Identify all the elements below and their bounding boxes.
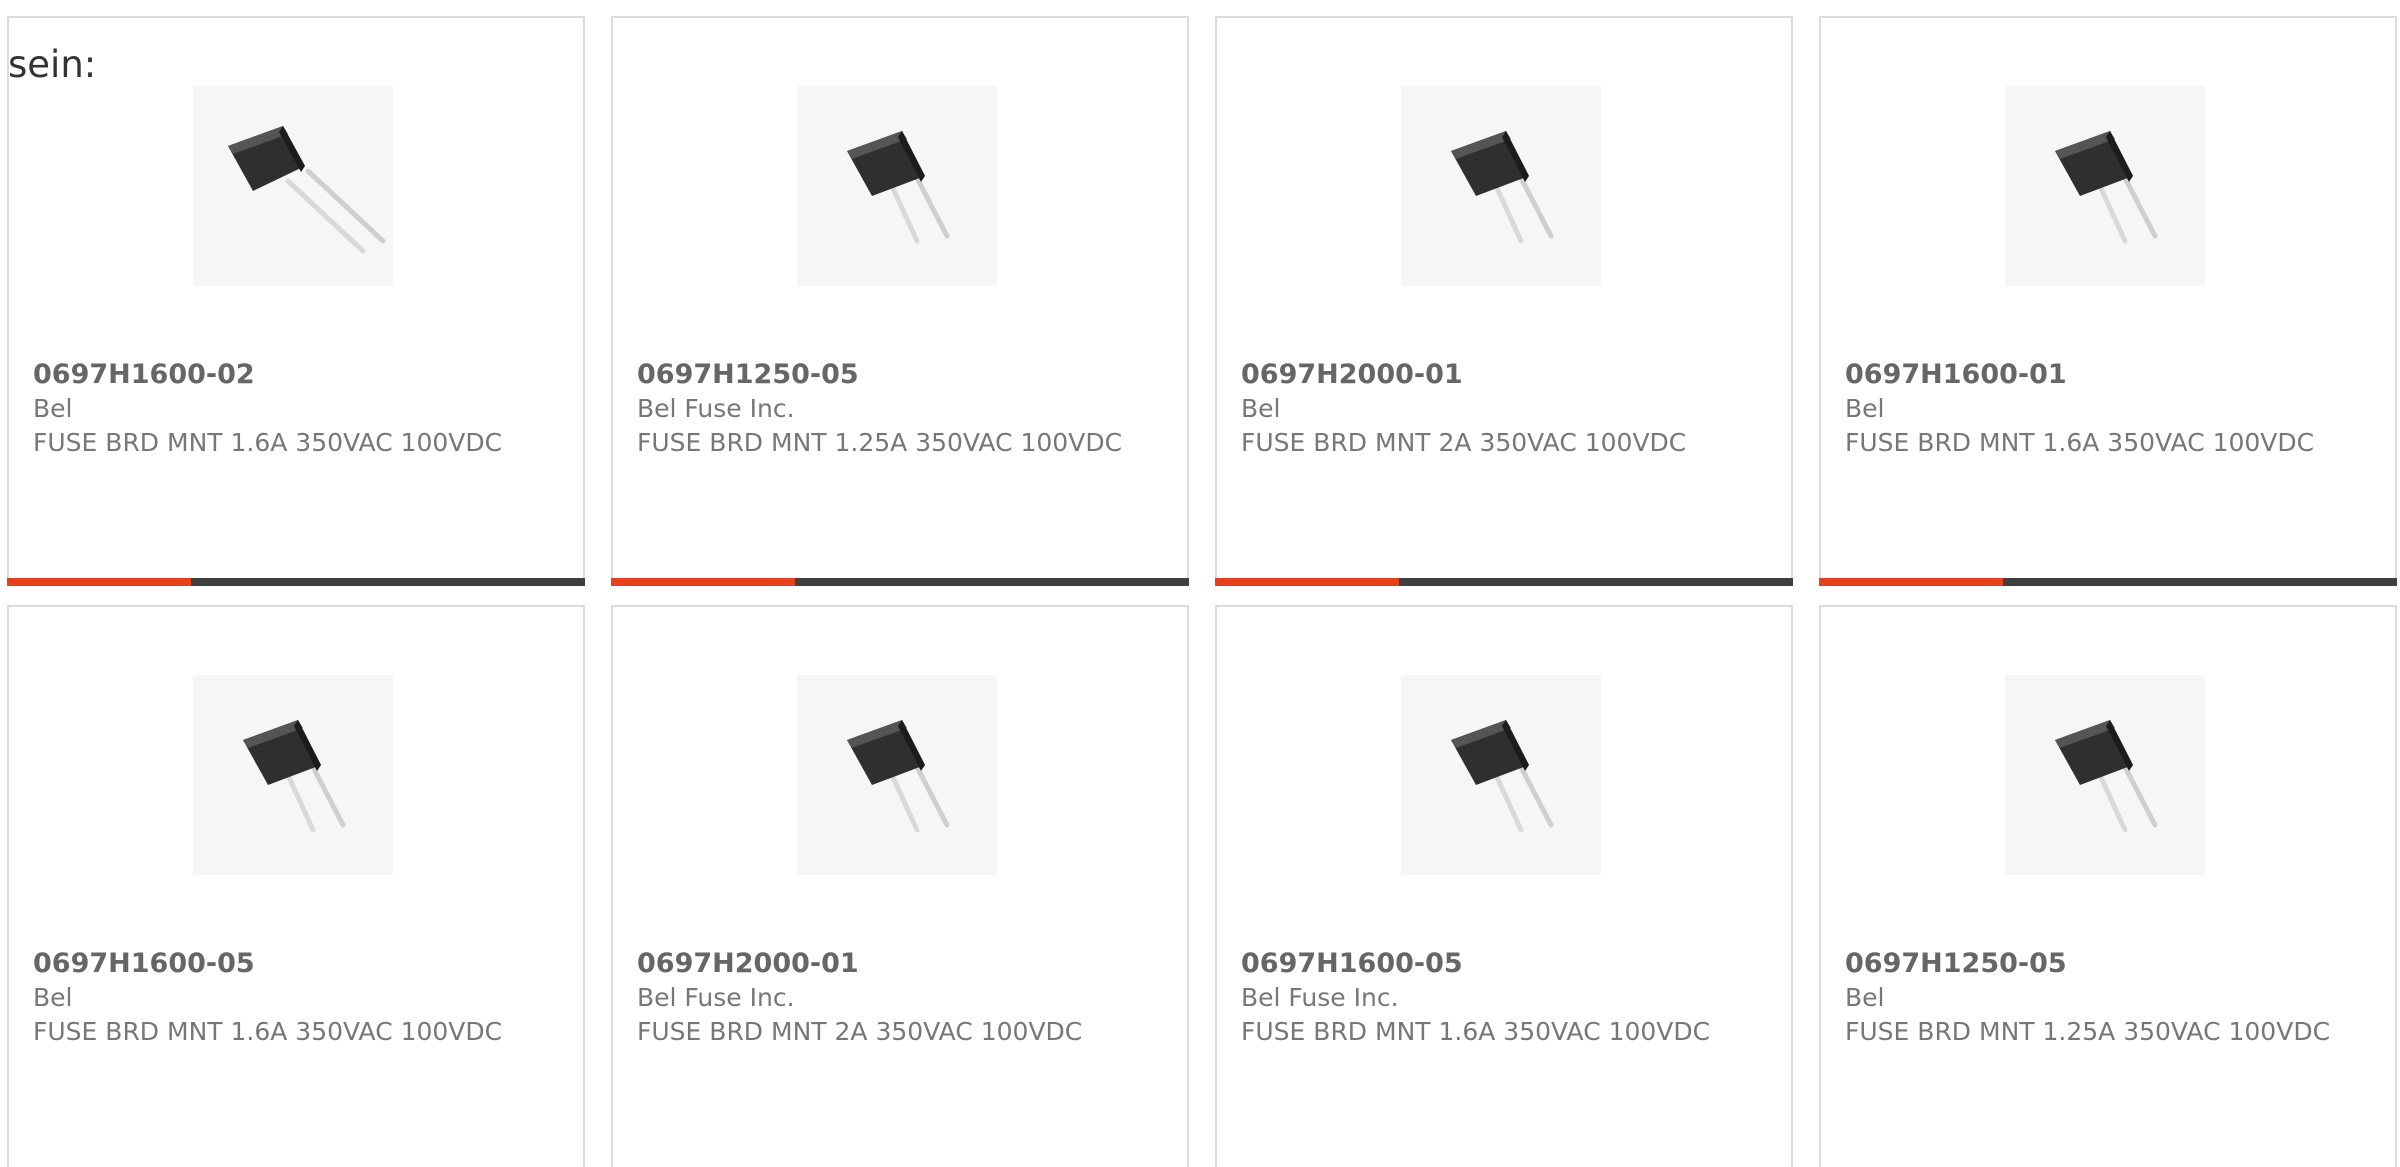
description: FUSE BRD MNT 1.25A 350VAC 100VDC	[637, 428, 1123, 457]
manufacturer: Bel Fuse Inc.	[637, 983, 795, 1012]
product-card[interactable]: 0697H2000-01 Bel FUSE BRD MNT 2A 350VAC …	[1215, 16, 1793, 586]
product-info: 0697H1600-02 Bel FUSE BRD MNT 1.6A 350VA…	[33, 358, 553, 460]
product-card[interactable]: 0697H1250-05 Bel FUSE BRD MNT 1.25A 350V…	[1819, 605, 2397, 1167]
card-bar-accent	[7, 578, 191, 586]
product-info: 0697H2000-01 Bel Fuse Inc. FUSE BRD MNT …	[637, 947, 1157, 1049]
description: FUSE BRD MNT 2A 350VAC 100VDC	[637, 1017, 1083, 1046]
manufacturer: Bel	[33, 983, 73, 1012]
fuse-image-icon	[847, 131, 950, 244]
product-info: 0697H1250-05 Bel Fuse Inc. FUSE BRD MNT …	[637, 358, 1157, 460]
product-image[interactable]	[797, 86, 997, 286]
description: FUSE BRD MNT 1.6A 350VAC 100VDC	[33, 1017, 503, 1046]
part-number[interactable]: 0697H1600-05	[1241, 947, 1761, 981]
product-card[interactable]: 0697H1600-01 Bel FUSE BRD MNT 1.6A 350VA…	[1819, 16, 2397, 586]
description: FUSE BRD MNT 2A 350VAC 100VDC	[1241, 428, 1687, 457]
product-card[interactable]: 0697H1600-02 Bel FUSE BRD MNT 1.6A 350VA…	[7, 16, 585, 586]
product-image[interactable]	[193, 675, 393, 875]
product-card[interactable]: 0697H1600-05 Bel Fuse Inc. FUSE BRD MNT …	[1215, 605, 1793, 1167]
product-card[interactable]: 0697H1250-05 Bel Fuse Inc. FUSE BRD MNT …	[611, 16, 1189, 586]
product-info: 0697H1600-05 Bel FUSE BRD MNT 1.6A 350VA…	[33, 947, 553, 1049]
part-number[interactable]: 0697H1250-05	[637, 358, 1157, 392]
card-bar	[1215, 578, 1793, 586]
product-image[interactable]	[1401, 86, 1601, 286]
card-bar-accent	[1215, 578, 1399, 586]
part-number[interactable]: 0697H1600-02	[33, 358, 553, 392]
product-image[interactable]	[2005, 675, 2205, 875]
product-card[interactable]: 0697H2000-01 Bel Fuse Inc. FUSE BRD MNT …	[611, 605, 1189, 1167]
page: sein: 0697H1600-02 Bel FUSE BRD MNT 1.6A…	[0, 0, 2400, 1167]
manufacturer: Bel	[1845, 394, 1885, 423]
manufacturer: Bel	[1241, 394, 1281, 423]
part-number[interactable]: 0697H1250-05	[1845, 947, 2365, 981]
product-info: 0697H1600-05 Bel Fuse Inc. FUSE BRD MNT …	[1241, 947, 1761, 1049]
fuse-image-icon	[243, 720, 346, 833]
fuse-image-icon	[1451, 720, 1554, 833]
product-image[interactable]	[193, 86, 393, 286]
product-image[interactable]	[1401, 675, 1601, 875]
product-image[interactable]	[2005, 86, 2205, 286]
manufacturer: Bel	[33, 394, 73, 423]
fuse-image-icon	[2055, 131, 2158, 244]
manufacturer: Bel Fuse Inc.	[1241, 983, 1399, 1012]
description: FUSE BRD MNT 1.6A 350VAC 100VDC	[33, 428, 503, 457]
product-image[interactable]	[797, 675, 997, 875]
manufacturer: Bel Fuse Inc.	[637, 394, 795, 423]
product-info: 0697H2000-01 Bel FUSE BRD MNT 2A 350VAC …	[1241, 358, 1761, 460]
description: FUSE BRD MNT 1.6A 350VAC 100VDC	[1241, 1017, 1711, 1046]
fuse-image-icon	[2055, 720, 2158, 833]
part-number[interactable]: 0697H2000-01	[637, 947, 1157, 981]
description: FUSE BRD MNT 1.25A 350VAC 100VDC	[1845, 1017, 2331, 1046]
card-bar-accent	[1819, 578, 2003, 586]
part-number[interactable]: 0697H1600-01	[1845, 358, 2365, 392]
manufacturer: Bel	[1845, 983, 1885, 1012]
card-bar	[1819, 578, 2397, 586]
part-number[interactable]: 0697H2000-01	[1241, 358, 1761, 392]
product-info: 0697H1250-05 Bel FUSE BRD MNT 1.25A 350V…	[1845, 947, 2365, 1049]
card-bar	[611, 578, 1189, 586]
fuse-image-icon	[228, 126, 386, 254]
product-card[interactable]: 0697H1600-05 Bel FUSE BRD MNT 1.6A 350VA…	[7, 605, 585, 1167]
fuse-image-icon	[1451, 131, 1554, 244]
lead-text: sein:	[8, 43, 97, 86]
product-grid: 0697H1600-02 Bel FUSE BRD MNT 1.6A 350VA…	[7, 16, 2400, 1167]
card-bar	[7, 578, 585, 586]
part-number[interactable]: 0697H1600-05	[33, 947, 553, 981]
description: FUSE BRD MNT 1.6A 350VAC 100VDC	[1845, 428, 2315, 457]
fuse-image-icon	[847, 720, 950, 833]
product-info: 0697H1600-01 Bel FUSE BRD MNT 1.6A 350VA…	[1845, 358, 2365, 460]
card-bar-accent	[611, 578, 795, 586]
